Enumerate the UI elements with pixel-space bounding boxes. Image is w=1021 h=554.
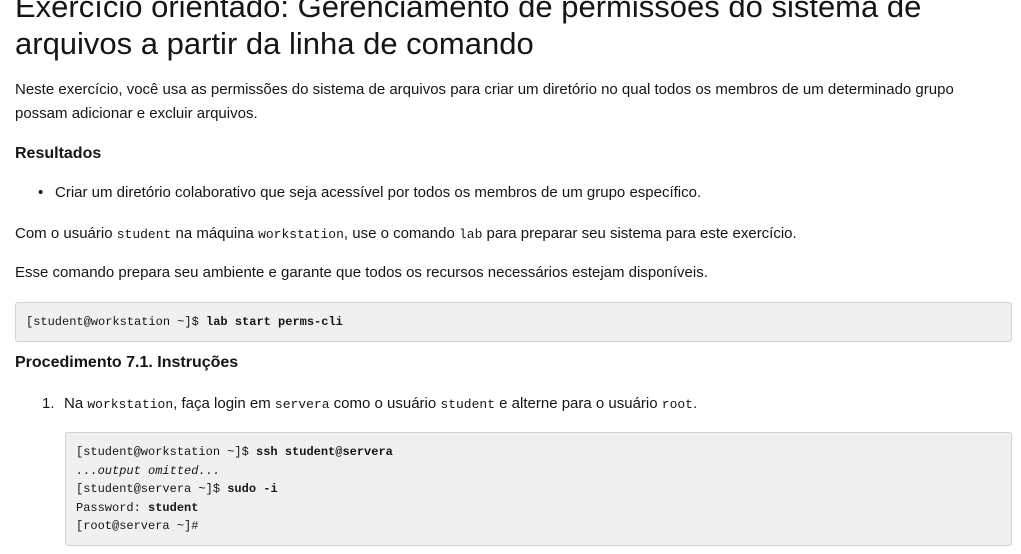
shell-command: lab start perms-cli: [206, 315, 343, 329]
text: , faça login em: [173, 395, 275, 412]
password-label: Password:: [76, 500, 149, 515]
bullet-icon: •: [38, 184, 44, 201]
text: para preparar seu sistema para este exer…: [482, 225, 797, 242]
shell-command: sudo -i: [227, 482, 278, 496]
inline-code: student: [116, 227, 172, 242]
list-item: • Criar um diretório colaborativo que se…: [38, 183, 701, 203]
inline-code: workstation: [258, 227, 344, 242]
code-line: Password: student: [76, 499, 1001, 518]
inline-code: servera: [274, 397, 330, 412]
shell-prompt: [student@workstation ~]$: [26, 315, 207, 329]
shell-prompt: [student@servera ~]$: [76, 482, 228, 496]
list-item-text: Criar um diretório colaborativo que seja…: [55, 184, 702, 201]
text: , use o comando: [343, 225, 459, 242]
text: como o usuário: [329, 395, 441, 412]
code-line: [student@workstation ~]$ lab start perms…: [26, 313, 1001, 332]
code-block-lab-start[interactable]: [student@workstation ~]$ lab start perms…: [15, 302, 1012, 342]
setup-paragraph: Com o usuário student na máquina worksta…: [15, 224, 797, 245]
intro-paragraph: Neste exercício, você usa as permissões …: [15, 81, 954, 122]
text: Com o usuário: [15, 225, 117, 242]
procedure-heading: Procedimento 7.1. Instruções: [15, 354, 239, 371]
code-line-output-omitted: ...output omitted...: [76, 463, 221, 478]
code-line: [student@servera ~]$ sudo -i: [76, 480, 1001, 499]
page: Exercício orientado: Gerenciamento de pe…: [0, 0, 1021, 554]
shell-prompt: [student@workstation ~]$: [76, 445, 257, 459]
password-value: student: [148, 500, 199, 515]
code-block-ssh-login[interactable]: [student@workstation ~]$ ssh student@ser…: [65, 432, 1012, 546]
code-line: [student@workstation ~]$ ssh student@ser…: [76, 443, 1001, 462]
inline-code: lab: [458, 227, 483, 242]
text: .: [693, 395, 698, 412]
code-line: [root@servera ~]#: [76, 519, 199, 533]
results-list: • Criar um diretório colaborativo que se…: [38, 183, 701, 203]
shell-command: ssh student@servera: [256, 445, 393, 459]
text: Na: [64, 395, 88, 412]
text: na máquina: [171, 225, 259, 242]
environment-paragraph: Esse comando prepara seu ambiente e gara…: [15, 264, 708, 281]
text: e alterne para o usuário: [495, 395, 662, 412]
page-title: Exercício orientado: Gerenciamento de pe…: [15, 0, 922, 61]
procedure-step: 1. Na workstation, faça login em servera …: [42, 394, 697, 415]
inline-code: root: [661, 397, 693, 412]
step-number: 1.: [42, 395, 55, 412]
results-heading: Resultados: [15, 145, 102, 162]
inline-code: student: [440, 397, 495, 412]
inline-code: workstation: [87, 397, 174, 412]
